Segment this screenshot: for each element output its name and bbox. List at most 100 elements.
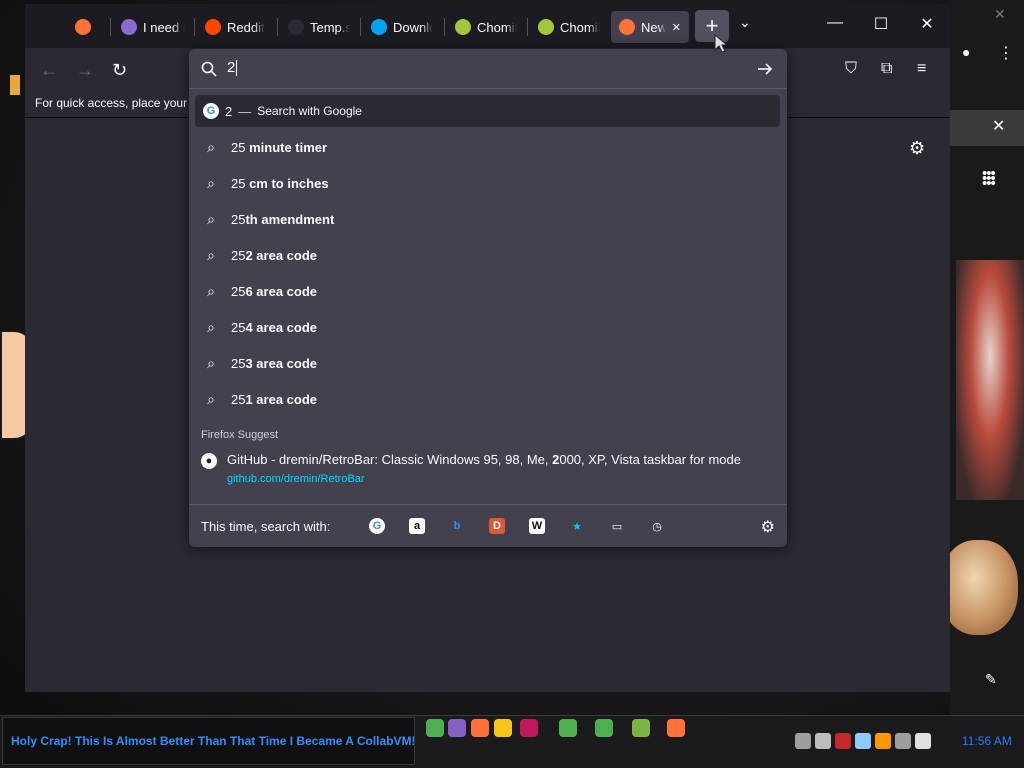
edit-pencil-icon[interactable]: ✎ [985,671,997,688]
tray-app-icon-5[interactable] [895,733,911,749]
app-taskbar-icon[interactable] [632,719,650,737]
suggestion-text: 252 area code [231,247,318,263]
media-taskbar-icon[interactable] [520,719,538,737]
tab-label: New [641,19,666,35]
tab-favicon-icon [288,19,304,35]
firefox-taskbar-icon[interactable] [471,719,489,737]
heuristic-separator: — [238,103,252,119]
suggest-url[interactable]: github.com/dremin/RetroBar [227,473,365,485]
tab-favicon-icon [538,19,554,35]
suggestion-text: 25th amendment [231,211,335,227]
google-icon: G [369,518,385,534]
apps-grid-icon[interactable]: ••• ••• ••• [982,166,996,191]
forward-button[interactable]: → [76,60,94,81]
tray-app-icon-1[interactable] [815,733,831,749]
search-with-label: This time, search with: [201,518,331,534]
tab-1[interactable] [67,11,103,43]
amazon-button[interactable]: a [397,518,437,534]
tab-7[interactable]: Chomil [530,11,608,43]
pocket-icon[interactable]: ⛉ [845,60,857,78]
history-button[interactable]: ◷ [637,518,677,534]
search-suggestion[interactable]: ⌕ 253 area code [195,347,780,379]
suggestion-text: 254 area code [231,319,318,335]
extensions-icon[interactable]: ⧉ [881,60,892,78]
taskbar-clock[interactable]: 11:56 AM [962,734,1012,748]
volume-icon[interactable] [915,733,931,749]
search-suggestion[interactable]: ⌕ 251 area code [195,383,780,415]
hamster-image [940,540,1018,635]
taskbar-window-title: Holy Crap! This Is Almost Better Than Th… [11,734,415,748]
close-tab-icon[interactable]: ✕ [672,21,681,34]
profile-icon[interactable]: ● [962,44,970,60]
search-icon: ⌕ [207,354,215,371]
tabs-button[interactable]: ▭ [597,518,637,534]
system-tray [795,733,931,749]
firefox-suggest-result[interactable]: ● GitHub - dremin/RetroBar: Classic Wind… [195,446,780,492]
tab-label: Chomil [560,19,600,35]
search-icon: ⌕ [207,210,215,227]
chrome-taskbar-icon[interactable] [426,719,444,737]
tab-3[interactable]: Reddit [197,11,275,43]
network-icon[interactable] [795,733,811,749]
search-icon: ⌕ [207,174,215,191]
search-settings-icon[interactable]: ⚙ [761,517,775,537]
tab-8[interactable]: New ✕ [611,11,689,43]
one-off-search-bar: This time, search with: Ga b D W ★ ▭ ◷ ⚙ [189,504,787,547]
bookmarks-hint: For quick access, place your b [35,96,198,110]
search-suggestion[interactable]: ⌕ 254 area code [195,311,780,343]
taskbar-window-button[interactable]: Holy Crap! This Is Almost Better Than Th… [2,717,415,765]
tab-6[interactable]: Chomil [447,11,525,43]
back-button[interactable]: ← [40,60,58,81]
tabs-icon: ▭ [611,520,623,533]
tab-label: Reddit [227,19,265,35]
wikipedia-icon: W [529,518,545,534]
search-suggestion[interactable]: ⌕ 25th amendment [195,203,780,235]
heuristic-result[interactable]: G 2 — Search with Google [195,95,780,127]
tab-favicon-icon [205,19,221,35]
tray-app-icon-2[interactable] [835,733,851,749]
tab-separator [110,18,111,36]
duckduckgo-button[interactable]: D [477,518,517,534]
reload-button[interactable]: ↻ [112,60,127,81]
minimize-button[interactable]: — [823,14,847,32]
more-menu-icon[interactable]: ⋮ [998,43,1014,63]
urlbar-popup: 2 G 2 — Search with Google ⌕ 25 minute ti… [189,49,787,547]
search-icon [201,61,217,77]
tray-app-icon-4[interactable] [875,733,891,749]
background-close-icon[interactable]: ✕ [994,6,1006,23]
chrome-taskbar-icon-3[interactable] [595,719,613,737]
search-suggestion[interactable]: ⌕ 256 area code [195,275,780,307]
list-all-tabs-chevron-icon[interactable]: ⌄ [739,14,751,31]
visual-studio-taskbar-icon[interactable] [448,719,466,737]
maximize-button[interactable]: ☐ [869,14,893,34]
search-suggestion[interactable]: ⌕ 25 cm to inches [195,167,780,199]
tab-4[interactable]: Temp.sh | Re [280,11,358,43]
search-suggestion[interactable]: ⌕ 252 area code [195,239,780,271]
go-arrow-icon[interactable] [757,61,773,77]
search-icon: ⌕ [207,282,215,299]
firefox-taskbar-icon-2[interactable] [667,719,685,737]
desktop-icon[interactable] [10,75,20,95]
chrome-taskbar-icon-2[interactable] [559,719,577,737]
wikipedia-button[interactable]: W [517,518,557,534]
tab-5[interactable]: Downlo [363,11,441,43]
urlbar-input[interactable]: 2 [189,49,787,89]
github-icon: ● [201,453,217,469]
new-tab-settings-icon[interactable]: ⚙ [909,138,925,159]
bookmarks-button[interactable]: ★ [557,518,597,534]
tab-favicon-icon [75,19,91,35]
tab-2[interactable]: I need m [113,11,193,43]
tray-app-icon-3[interactable] [855,733,871,749]
tab-favicon-icon [455,19,471,35]
close-window-button[interactable]: ✕ [915,14,939,34]
app-menu-icon[interactable]: ≡ [917,60,926,78]
search-icon: ⌕ [207,318,215,335]
bing-icon: b [453,520,461,532]
search-suggestion[interactable]: ⌕ 25 minute timer [195,131,780,163]
google-button[interactable]: G [357,518,397,534]
close-icon[interactable]: ✕ [992,116,1005,136]
heuristic-label: Search with Google [257,104,362,118]
suggestion-text: 25 cm to inches [231,175,329,191]
file-explorer-taskbar-icon[interactable] [494,719,512,737]
bing-button[interactable]: b [437,518,477,534]
